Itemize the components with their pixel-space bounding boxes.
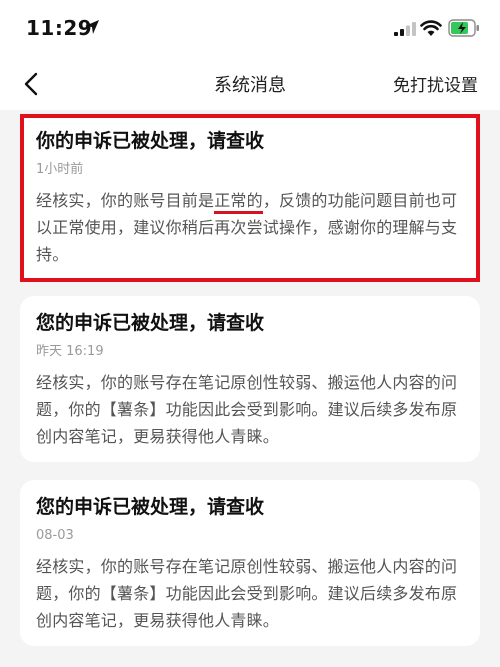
message-body: 经核实，你的账号目前是正常的，反馈的功能问题目前也可以正常使用，建议你稍后再次尝…: [36, 187, 464, 268]
navigation-bar: 系统消息 免打扰设置: [0, 56, 500, 110]
message-body-text: 经核实，你的账号目前是: [36, 191, 215, 210]
underlined-text: 正常的: [214, 191, 263, 214]
do-not-disturb-settings-button[interactable]: 免打扰设置: [393, 71, 478, 96]
message-card[interactable]: 您的申诉已被处理，请查收 08-03 经核实，你的账号存在笔记原创性较弱、搬运他…: [20, 480, 480, 646]
cellular-signal-icon: [394, 22, 416, 36]
location-arrow-icon: [85, 20, 99, 34]
message-card-highlighted[interactable]: 你的申诉已被处理，请查收 1小时前 经核实，你的账号目前是正常的，反馈的功能问题…: [20, 114, 480, 282]
wifi-icon: [420, 20, 442, 36]
message-body: 经核实，你的账号存在笔记原创性较弱、搬运他人内容的问题，你的【薯条】功能因此会受…: [36, 557, 458, 630]
message-title: 您的申诉已被处理，请查收: [36, 312, 265, 334]
message-title: 你的申诉已被处理，请查收: [36, 130, 265, 152]
message-time: 昨天 16:19: [36, 344, 104, 359]
message-time: 1小时前: [36, 162, 84, 177]
message-title: 您的申诉已被处理，请查收: [36, 496, 265, 518]
status-bar: 11:29: [0, 0, 500, 56]
message-body: 经核实，你的账号存在笔记原创性较弱、搬运他人内容的问题，你的【薯条】功能因此会受…: [36, 373, 458, 446]
message-time: 08-03: [36, 528, 74, 543]
status-time: 11:29: [26, 16, 93, 40]
battery-charging-icon: [448, 19, 479, 37]
message-card[interactable]: 您的申诉已被处理，请查收 昨天 16:19 经核实，你的账号存在笔记原创性较弱、…: [20, 296, 480, 462]
